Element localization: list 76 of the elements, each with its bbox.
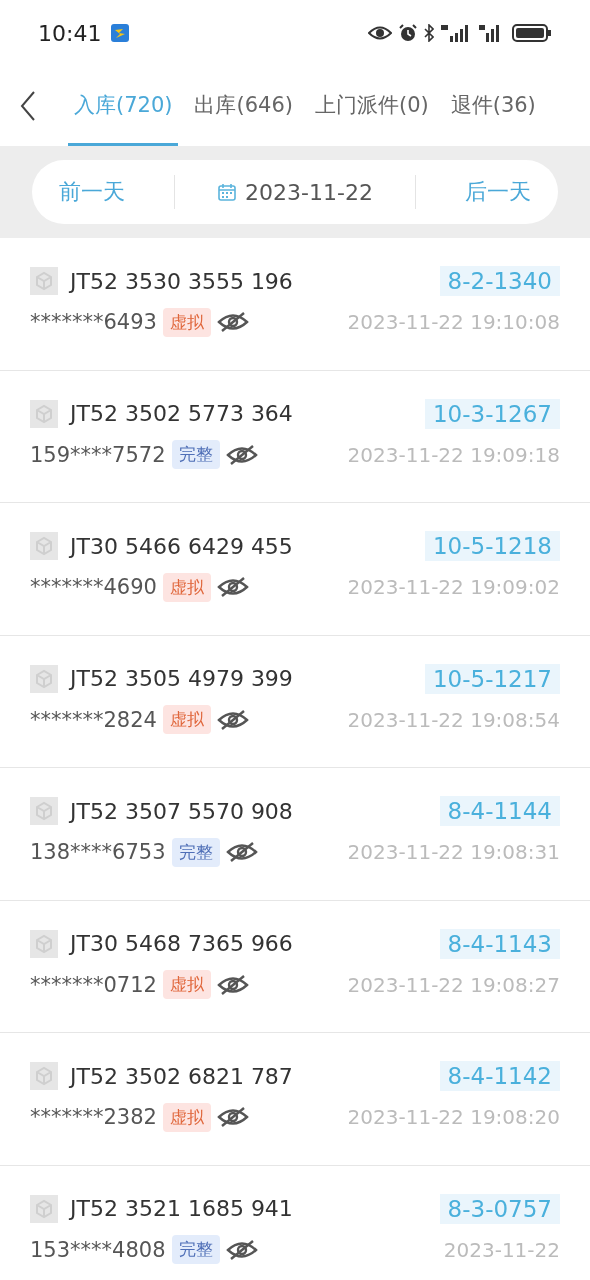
back-icon[interactable] <box>20 90 36 122</box>
tag: 完整 <box>171 837 220 867</box>
tab[interactable]: 退件(36) <box>444 66 542 146</box>
tag: 虚拟 <box>162 307 211 337</box>
alarm-icon <box>398 23 418 43</box>
shelf-code: 10-5-1218 <box>424 531 560 561</box>
shelf-code: 10-5-1217 <box>424 663 560 694</box>
timestamp: 2023-11-22 19:08:54 <box>347 707 560 732</box>
tracking-number: JT52 3521 1685 941 <box>70 1196 293 1221</box>
status-time: 10:41 <box>38 20 102 46</box>
hidden-eye-icon[interactable] <box>225 841 258 863</box>
bluetooth-icon <box>424 24 434 42</box>
shelf-code: 10-3-1267 <box>424 398 560 429</box>
timestamp: 2023-11-22 19:08:20 <box>347 1105 560 1129</box>
app-icon <box>111 24 130 42</box>
tag: 虚拟 <box>162 572 211 602</box>
parcel-row[interactable]: JT52 3505 4979 399 10-5-1217 *******2824 虚拟 2023-11-22 19:08:54 <box>0 635 590 768</box>
tracking-number: JT52 3530 3555 196 <box>70 268 293 294</box>
phone-number: *******6493 <box>30 310 157 334</box>
shelf-code: 8-2-1340 <box>439 266 560 296</box>
tracking-number: JT52 3505 4979 399 <box>70 666 293 691</box>
phone-number: *******2824 <box>30 707 157 732</box>
parcel-row[interactable]: JT52 3530 3555 196 8-2-1340 *******6493 虚拟 2023-11-22 19:10:08 <box>0 238 590 371</box>
phone-number: 138****6753 <box>30 840 166 864</box>
parcel-row[interactable]: JT30 5468 7365 966 8-4-1143 *******0712 虚拟 2023-11-22 19:08:27 <box>0 900 590 1033</box>
phone-number: *******0712 <box>30 972 157 997</box>
tracking-number: JT30 5466 6429 455 <box>70 533 293 559</box>
shelf-code: 8-4-1142 <box>439 1061 560 1091</box>
tracking-number: JT30 5468 7365 966 <box>70 931 293 956</box>
package-icon <box>30 929 58 958</box>
tag: 虚拟 <box>162 970 211 999</box>
tab[interactable]: 出库(646) <box>188 66 299 146</box>
package-icon <box>30 1062 58 1090</box>
shelf-code: 8-4-1143 <box>439 928 560 959</box>
eye-icon <box>368 25 392 41</box>
tab[interactable]: 上门派件(0) <box>308 66 435 146</box>
timestamp: 2023-11-22 <box>443 1237 560 1262</box>
shelf-code: 8-3-0757 <box>439 1193 560 1224</box>
hidden-eye-icon[interactable] <box>225 1238 258 1261</box>
phone-number: *******4690 <box>30 575 157 599</box>
timestamp: 2023-11-22 19:08:27 <box>347 972 560 997</box>
date-text[interactable]: 2023-11-22 <box>245 179 373 205</box>
parcel-row[interactable]: JT30 5466 6429 455 10-5-1218 *******4690 虚拟 2023-11-22 19:09:02 <box>0 503 590 636</box>
hidden-eye-icon[interactable] <box>216 576 249 598</box>
phone-number: *******2382 <box>30 1105 157 1129</box>
calendar-icon <box>217 182 238 202</box>
parcel-row[interactable]: JT52 3521 1685 941 8-3-0757 153****4808 完整 2023-11-22 <box>0 1165 590 1280</box>
tag: 完整 <box>171 1235 220 1264</box>
phone-number: 159****7572 <box>30 442 166 467</box>
shelf-code: 8-4-1144 <box>439 796 560 826</box>
tracking-number: JT52 3502 5773 364 <box>70 401 293 426</box>
parcel-row[interactable]: JT52 3502 6821 787 8-4-1142 *******2382 虚拟 2023-11-22 19:08:20 <box>0 1033 590 1166</box>
battery-icon <box>512 23 552 43</box>
hidden-eye-icon[interactable] <box>216 973 249 996</box>
timestamp: 2023-11-22 19:10:08 <box>347 310 560 334</box>
parcel-row[interactable]: JT52 3507 5570 908 8-4-1144 138****6753 完整 2023-11-22 19:08:31 <box>0 768 590 901</box>
package-icon <box>30 797 58 825</box>
package-icon <box>30 267 58 295</box>
hidden-eye-icon[interactable] <box>216 708 249 731</box>
tag: 完整 <box>171 440 220 469</box>
hidden-eye-icon[interactable] <box>216 311 249 333</box>
package-icon <box>30 664 58 693</box>
package-icon <box>30 1194 58 1223</box>
phone-number: 153****4808 <box>30 1237 166 1262</box>
timestamp: 2023-11-22 19:09:18 <box>347 442 560 467</box>
tracking-number: JT52 3502 6821 787 <box>70 1063 293 1089</box>
tag: 虚拟 <box>162 705 211 734</box>
package-icon <box>30 399 58 428</box>
hidden-eye-icon[interactable] <box>216 1106 249 1128</box>
tag: 虚拟 <box>162 1102 211 1132</box>
timestamp: 2023-11-22 19:09:02 <box>347 575 560 599</box>
package-icon <box>30 532 58 560</box>
tracking-number: JT52 3507 5570 908 <box>70 798 293 824</box>
timestamp: 2023-11-22 19:08:31 <box>347 840 560 864</box>
parcel-row[interactable]: JT52 3502 5773 364 10-3-1267 159****7572 完整 2023-11-22 19:09:18 <box>0 370 590 503</box>
hidden-eye-icon[interactable] <box>225 443 258 466</box>
